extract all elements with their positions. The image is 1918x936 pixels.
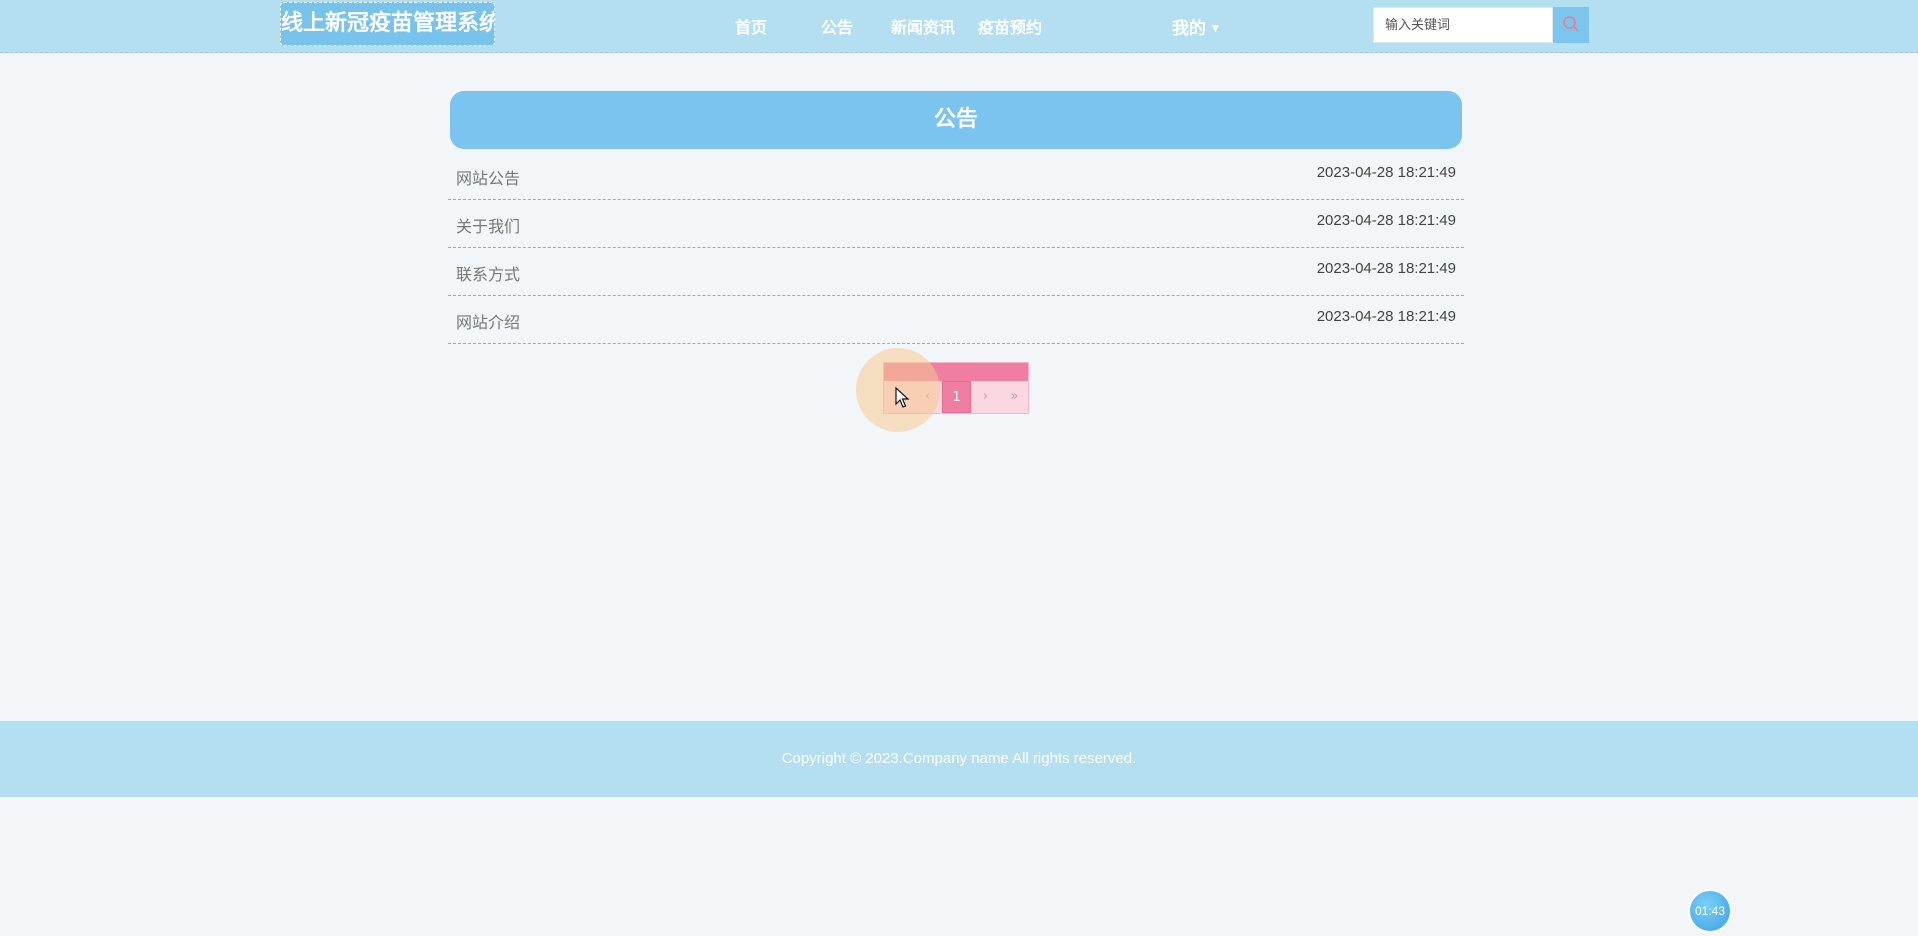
pagination: « ‹ 1 › » (883, 362, 1029, 414)
site-logo[interactable]: 线上新冠疫苗管理系统 (280, 2, 495, 46)
notice-time: 2023-04-28 18:21:49 (1316, 164, 1456, 181)
notice-time: 2023-04-28 18:21:49 (1316, 308, 1456, 325)
list-item[interactable]: 网站介绍 2023-04-28 18:21:49 (448, 296, 1464, 344)
notice-title[interactable]: 网站公告 (456, 165, 520, 189)
first-page-button[interactable]: « (884, 381, 913, 413)
notice-time: 2023-04-28 18:21:49 (1316, 212, 1456, 229)
notice-time: 2023-04-28 18:21:49 (1316, 260, 1456, 277)
search-input[interactable] (1373, 7, 1553, 43)
nav-home[interactable]: 首页 (735, 14, 767, 38)
notice-title[interactable]: 联系方式 (456, 261, 520, 285)
list-item[interactable]: 联系方式 2023-04-28 18:21:49 (448, 248, 1464, 296)
nav-mine-dropdown[interactable]: 我的 ▼ (1172, 14, 1219, 39)
chevron-down-icon: ▼ (1212, 24, 1219, 34)
last-page-button[interactable]: » (1000, 381, 1029, 413)
page-1-button[interactable]: 1 (942, 381, 971, 413)
search-button[interactable] (1553, 7, 1589, 43)
pagination-header-bar (884, 363, 1028, 381)
top-navbar: 线上新冠疫苗管理系统 首页 公告 新闻资讯 疫苗预约 我的 ▼ (0, 0, 1918, 53)
next-page-button[interactable]: › (971, 381, 1000, 413)
page-title: 公告 (450, 91, 1462, 149)
copyright-text: Copyright © 2023.Company name All rights… (781, 750, 1137, 767)
nav-notice[interactable]: 公告 (821, 14, 853, 38)
search-icon (1563, 16, 1579, 32)
list-item[interactable]: 关于我们 2023-04-28 18:21:49 (448, 200, 1464, 248)
notice-title[interactable]: 网站介绍 (456, 309, 520, 333)
nav-news[interactable]: 新闻资讯 (891, 14, 955, 38)
list-item[interactable]: 网站公告 2023-04-28 18:21:49 (448, 152, 1464, 200)
nav-mine-label: 我的 (1172, 19, 1206, 39)
notice-list: 网站公告 2023-04-28 18:21:49 关于我们 2023-04-28… (448, 152, 1464, 344)
timer-badge: 01:43 (1688, 889, 1732, 933)
notice-title[interactable]: 关于我们 (456, 213, 520, 237)
nav-vaccine-booking[interactable]: 疫苗预约 (978, 14, 1042, 38)
prev-page-button[interactable]: ‹ (913, 381, 942, 413)
footer: Copyright © 2023.Company name All rights… (0, 721, 1918, 797)
